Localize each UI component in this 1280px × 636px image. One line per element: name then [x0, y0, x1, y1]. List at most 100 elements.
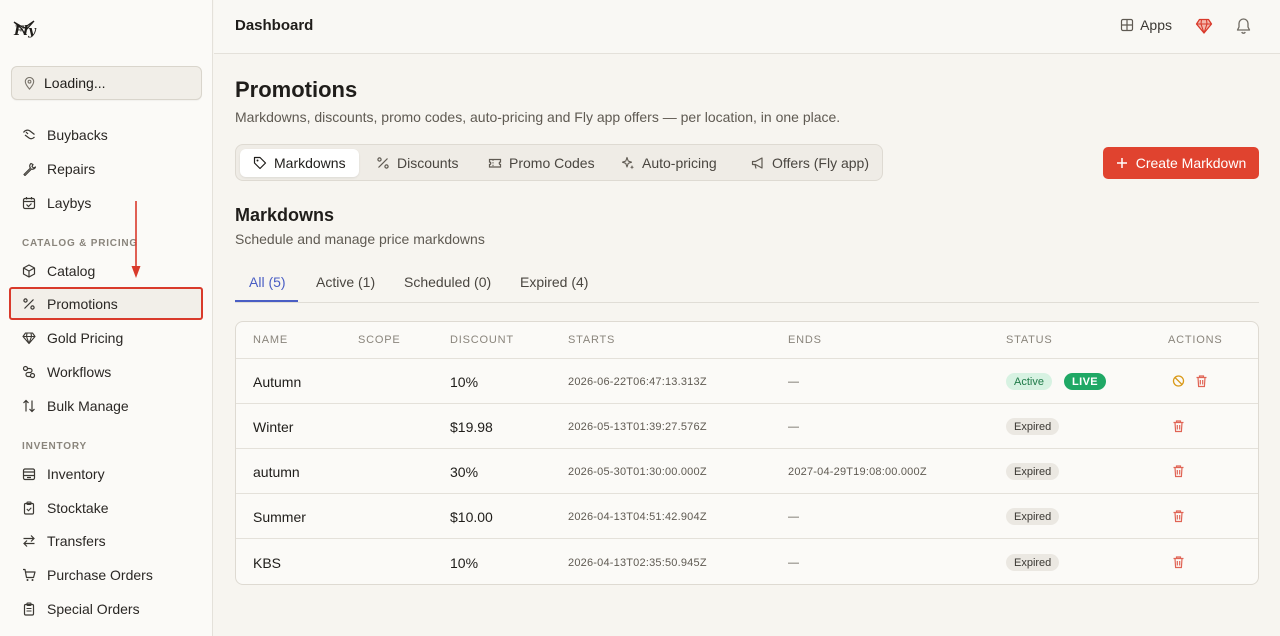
- cell-discount: 30%: [450, 464, 479, 480]
- apps-button[interactable]: Apps: [1120, 17, 1172, 33]
- sidebar-item-stocktake[interactable]: Stocktake: [9, 491, 203, 524]
- tab-label: Promo Codes: [509, 155, 595, 171]
- table-row[interactable]: Autumn 10% 2026-06-22T06:47:13.313Z — Ac…: [236, 359, 1258, 404]
- buyback-icon: [22, 129, 35, 139]
- trash-icon[interactable]: [1172, 555, 1185, 569]
- status-badge: Expired: [1006, 508, 1060, 525]
- tab-markdowns[interactable]: Markdowns: [240, 149, 359, 177]
- sidebar-item-purchase-orders[interactable]: Purchase Orders: [9, 558, 203, 591]
- markdowns-table: NAME SCOPE DISCOUNT STARTS ENDS STATUS A…: [235, 321, 1259, 585]
- sidebar-item-catalog[interactable]: Catalog: [9, 254, 203, 287]
- tab-label: Markdowns: [274, 155, 346, 171]
- cell-name: Summer: [253, 509, 306, 525]
- tab-label: Auto-pricing: [642, 155, 717, 171]
- column-header-discount[interactable]: DISCOUNT: [450, 334, 514, 346]
- sidebar-item-label: Bulk Manage: [47, 397, 129, 414]
- status-filter-tabs: All (5) Active (1) Scheduled (0) Expired…: [235, 264, 1259, 303]
- archive-icon: [22, 467, 36, 480]
- tab-promo-codes[interactable]: Promo Codes: [475, 149, 608, 177]
- cell-discount: 10%: [450, 555, 479, 571]
- active-tab-underline: [235, 300, 298, 302]
- trash-icon[interactable]: [1195, 374, 1208, 388]
- status-badge: Expired: [1006, 463, 1060, 480]
- column-header-starts[interactable]: STARTS: [568, 334, 615, 346]
- megaphone-icon: [751, 157, 763, 169]
- table-row[interactable]: Summer $10.00 2026-04-13T04:51:42.904Z —…: [236, 494, 1258, 539]
- column-header-status[interactable]: STATUS: [1006, 334, 1053, 346]
- filter-tab-expired[interactable]: Expired (4): [520, 274, 588, 290]
- cell-starts: 2026-06-22T06:47:13.313Z: [568, 376, 707, 388]
- cell-starts: 2026-05-30T01:30:00.000Z: [568, 466, 707, 478]
- breadcrumb-title: Dashboard: [235, 17, 314, 34]
- sidebar-item-special-orders[interactable]: Special Orders: [9, 592, 203, 625]
- tab-auto-pricing[interactable]: Auto-pricing: [608, 149, 730, 177]
- sidebar-item-label: Buybacks: [47, 126, 108, 143]
- location-select[interactable]: Loading...: [11, 66, 202, 100]
- tab-discounts[interactable]: Discounts: [363, 149, 471, 177]
- filter-tab-active[interactable]: Active (1): [316, 274, 375, 290]
- sidebar-item-bulk-manage[interactable]: Bulk Manage: [9, 389, 203, 422]
- cell-ends: —: [788, 511, 800, 523]
- cell-name: autumn: [253, 464, 300, 480]
- table-row[interactable]: autumn 30% 2026-05-30T01:30:00.000Z 2027…: [236, 449, 1258, 494]
- column-header-scope[interactable]: SCOPE: [358, 334, 401, 346]
- create-markdown-button[interactable]: Create Markdown: [1103, 147, 1259, 179]
- sidebar-item-repairs[interactable]: Repairs: [9, 152, 203, 185]
- trash-icon[interactable]: [1172, 509, 1185, 523]
- sidebar-item-label: Gold Pricing: [47, 329, 124, 346]
- cell-ends: —: [788, 421, 800, 433]
- cell-discount: 10%: [450, 374, 479, 390]
- cell-ends: —: [788, 376, 800, 388]
- sidebar-item-label: Laybys: [47, 194, 92, 211]
- plus-icon: [1116, 158, 1127, 168]
- sidebar-item-inventory[interactable]: Inventory: [9, 457, 203, 490]
- sparkle-icon: [621, 156, 634, 170]
- sidebar-item-promotions[interactable]: Promotions: [9, 287, 203, 320]
- status-badge: Expired: [1006, 418, 1060, 435]
- tab-label: Offers (Fly app): [772, 155, 869, 171]
- sidebar-item-laybys[interactable]: Laybys: [9, 186, 203, 219]
- filter-tab-scheduled[interactable]: Scheduled (0): [404, 274, 491, 290]
- map-pin-icon: [24, 76, 35, 90]
- transfer-icon: [23, 534, 35, 547]
- page-subtitle: Markdowns, discounts, promo codes, auto-…: [235, 109, 841, 125]
- grid-icon: [1120, 18, 1134, 32]
- sidebar-item-label: Purchase Orders: [47, 566, 153, 583]
- sidebar-item-buybacks[interactable]: Buybacks: [9, 118, 203, 151]
- sidebar-item-label: Workflows: [47, 363, 112, 380]
- column-header-actions: ACTIONS: [1168, 334, 1223, 346]
- deactivate-icon[interactable]: [1172, 374, 1185, 388]
- table-row[interactable]: Winter $19.98 2026-05-13T01:39:27.576Z —…: [236, 404, 1258, 449]
- cell-starts: 2026-05-13T01:39:27.576Z: [568, 421, 707, 433]
- sidebar-item-gold-pricing[interactable]: Gold Pricing: [9, 321, 203, 354]
- table-row[interactable]: KBS 10% 2026-04-13T02:35:50.945Z — Expir…: [236, 540, 1258, 584]
- column-header-name[interactable]: NAME: [253, 334, 288, 346]
- column-header-ends[interactable]: ENDS: [788, 334, 822, 346]
- section-title: Markdowns: [235, 205, 335, 225]
- sidebar-item-label: Special Orders: [47, 600, 140, 617]
- filter-tab-all[interactable]: All (5): [249, 274, 286, 290]
- bell-icon[interactable]: [1235, 17, 1252, 35]
- gem-icon[interactable]: [1195, 17, 1213, 35]
- sidebar-item-transfers[interactable]: Transfers: [9, 524, 203, 557]
- status-badge: Active: [1006, 373, 1052, 390]
- trash-icon[interactable]: [1172, 464, 1185, 478]
- section-subtitle: Schedule and manage price markdowns: [235, 231, 485, 247]
- sidebar: Fly Loading... Buybacks Repairs Laybys C…: [0, 0, 213, 636]
- trash-icon[interactable]: [1172, 419, 1185, 433]
- sort-icon: [23, 399, 35, 412]
- ticket-icon: [488, 158, 502, 168]
- sidebar-item-workflows[interactable]: Workflows: [9, 355, 203, 388]
- box-icon: [22, 263, 36, 278]
- cell-starts: 2026-04-13T04:51:42.904Z: [568, 511, 707, 523]
- sidebar-item-label: Promotions: [47, 295, 118, 312]
- sidebar-item-label: Repairs: [47, 160, 96, 177]
- wrench-icon: [23, 162, 36, 176]
- clipboard-list-icon: [23, 601, 35, 616]
- apps-label: Apps: [1140, 17, 1172, 33]
- tab-offers-fly-app[interactable]: Offers (Fly app): [738, 149, 882, 177]
- status-badge: Expired: [1006, 554, 1060, 571]
- sidebar-item-label: Catalog: [47, 262, 96, 279]
- page-title: Promotions: [235, 77, 358, 102]
- location-label: Loading...: [44, 75, 106, 91]
